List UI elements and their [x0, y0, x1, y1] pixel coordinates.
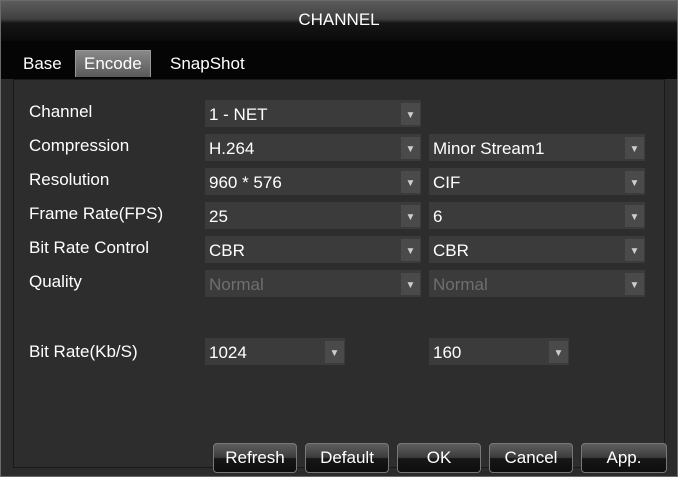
compression-extra-value: Minor Stream1	[433, 139, 545, 158]
resolution-main-select[interactable]: 960 * 576 ▼	[205, 168, 421, 195]
compression-extra-select[interactable]: Minor Stream1 ▼	[429, 134, 645, 161]
compression-label: Compression	[29, 136, 130, 155]
default-button[interactable]: Default	[305, 443, 389, 473]
ok-button[interactable]: OK	[397, 443, 481, 473]
resolution-label: Resolution	[29, 170, 110, 189]
frame-rate-extra-select[interactable]: 6 ▼	[429, 202, 645, 229]
bit-rate-extra-select[interactable]: 160 ▼	[429, 338, 569, 365]
channel-dialog: CHANNEL Base Encode SnapShot Channel 1 -…	[0, 0, 678, 477]
frame-rate-main-select[interactable]: 25 ▼	[205, 202, 421, 229]
apply-button[interactable]: App.	[581, 443, 667, 473]
resolution-main-value: 960 * 576	[209, 173, 282, 192]
chevron-down-icon: ▼	[625, 205, 644, 227]
chevron-down-icon: ▼	[401, 239, 420, 261]
bit-rate-control-extra-value: CBR	[433, 241, 469, 260]
bit-rate-label: Bit Rate(Kb/S)	[29, 342, 138, 361]
resolution-extra-select[interactable]: CIF ▼	[429, 168, 645, 195]
compression-main-value: H.264	[209, 139, 255, 158]
window-title: CHANNEL	[1, 1, 677, 41]
chevron-down-icon: ▼	[401, 205, 420, 227]
channel-select[interactable]: 1 - NET ▼	[205, 100, 421, 127]
resolution-extra-value: CIF	[433, 173, 461, 192]
tab-snapshot[interactable]: SnapShot	[162, 51, 253, 77]
chevron-down-icon: ▼	[625, 239, 644, 261]
bit-rate-control-extra-select[interactable]: CBR ▼	[429, 236, 645, 263]
bit-rate-control-main-value: CBR	[209, 241, 245, 260]
channel-label: Channel	[29, 102, 93, 121]
chevron-down-icon: ▼	[401, 137, 420, 159]
refresh-button[interactable]: Refresh	[213, 443, 297, 473]
bit-rate-extra-value: 160	[433, 343, 462, 362]
chevron-down-icon: ▼	[625, 273, 644, 295]
chevron-down-icon: ▼	[401, 103, 420, 125]
cancel-button[interactable]: Cancel	[489, 443, 573, 473]
frame-rate-extra-value: 6	[433, 207, 443, 226]
chevron-down-icon: ▼	[625, 137, 644, 159]
quality-main-value: Normal	[209, 275, 264, 294]
tab-bar: Base Encode SnapShot	[1, 41, 677, 79]
tab-encode[interactable]: Encode	[75, 50, 151, 77]
chevron-down-icon: ▼	[325, 341, 344, 363]
compression-main-select[interactable]: H.264 ▼	[205, 134, 421, 161]
quality-extra-select[interactable]: Normal ▼	[429, 270, 645, 297]
chevron-down-icon: ▼	[401, 171, 420, 193]
frame-rate-label: Frame Rate(FPS)	[29, 204, 164, 223]
quality-extra-value: Normal	[433, 275, 488, 294]
chevron-down-icon: ▼	[401, 273, 420, 295]
bit-rate-control-label: Bit Rate Control	[29, 238, 149, 257]
channel-value: 1 - NET	[209, 105, 268, 124]
chevron-down-icon: ▼	[549, 341, 568, 363]
chevron-down-icon: ▼	[625, 171, 644, 193]
tab-base[interactable]: Base	[15, 51, 70, 77]
bit-rate-main-select[interactable]: 1024 ▼	[205, 338, 345, 365]
quality-main-select[interactable]: Normal ▼	[205, 270, 421, 297]
quality-label: Quality	[29, 272, 82, 291]
bit-rate-control-main-select[interactable]: CBR ▼	[205, 236, 421, 263]
frame-rate-main-value: 25	[209, 207, 228, 226]
bit-rate-main-value: 1024	[209, 343, 247, 362]
